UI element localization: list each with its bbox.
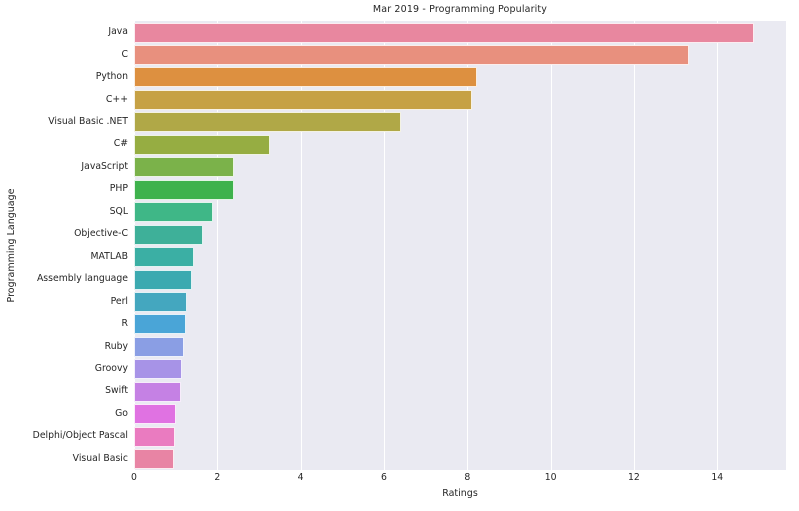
x-tick-label: 10 <box>544 472 557 483</box>
y-tick-label: Groovy <box>94 362 128 374</box>
gridline <box>217 21 219 470</box>
bar-visual-basic[interactable] <box>134 449 174 470</box>
gridline <box>633 21 635 470</box>
bar-r[interactable] <box>134 314 186 335</box>
y-tick-label: Ruby <box>104 340 128 352</box>
bar-visual-basic-net[interactable] <box>134 112 402 133</box>
y-tick-label: Perl <box>110 295 128 307</box>
plot-area <box>134 21 786 470</box>
gridline <box>550 21 552 470</box>
bar-python[interactable] <box>134 67 478 88</box>
y-tick-label: Assembly language <box>36 273 128 285</box>
y-tick-label: Swift <box>105 385 128 397</box>
y-axis-title: Programming Language <box>6 188 17 303</box>
x-tick-label: 12 <box>628 472 640 483</box>
y-tick-label: Objective-C <box>74 228 128 240</box>
y-tick-label: Go <box>115 407 128 419</box>
bar-c[interactable] <box>134 89 473 110</box>
x-axis-tick-labels: 0 2 4 6 8 10 12 14 <box>131 472 786 488</box>
bar-php[interactable] <box>134 179 234 200</box>
x-tick-label: 8 <box>464 472 471 483</box>
chart-title: Mar 2019 - Programming Popularity <box>372 4 548 15</box>
y-tick-label: C# <box>113 138 128 150</box>
y-tick-label: Python <box>95 71 128 83</box>
bar-c[interactable] <box>134 45 689 66</box>
bar-go[interactable] <box>134 404 177 425</box>
bar-perl[interactable] <box>134 291 188 312</box>
bar-swift[interactable] <box>134 381 182 402</box>
x-tick-label: 14 <box>711 472 724 483</box>
y-tick-label: C <box>121 48 129 60</box>
bar-c[interactable] <box>134 134 271 155</box>
x-tick-label: 6 <box>381 472 387 483</box>
y-tick-label: Visual Basic .NET <box>48 116 128 128</box>
chart-figure: Mar 2019 - Programming Popularity Java C P… <box>0 0 799 511</box>
x-tick-label: 0 <box>131 472 137 483</box>
x-tick-label: 2 <box>214 472 221 483</box>
bar-javascript[interactable] <box>134 157 234 178</box>
y-tick-label: MATLAB <box>90 250 128 262</box>
gridline <box>467 21 469 470</box>
y-tick-label: JavaScript <box>81 160 128 172</box>
bar-sql[interactable] <box>134 202 214 223</box>
bar-groovy[interactable] <box>134 359 183 380</box>
bar-ruby[interactable] <box>134 336 184 357</box>
gridline <box>717 21 719 470</box>
bar-java[interactable] <box>134 22 754 43</box>
gridline <box>134 21 135 470</box>
y-tick-label: Java <box>108 26 128 38</box>
bar-assembly-language[interactable] <box>134 269 193 290</box>
bar-matlab[interactable] <box>134 247 194 268</box>
x-axis-title: Ratings <box>442 488 478 499</box>
y-tick-label: SQL <box>109 205 128 217</box>
bar-objective-c[interactable] <box>134 224 204 245</box>
bar-delphi-object-pascal[interactable] <box>134 426 176 447</box>
y-tick-label: C++ <box>105 93 128 105</box>
x-tick-label: 4 <box>297 472 304 483</box>
gridline <box>383 21 385 470</box>
y-tick-label: Visual Basic <box>72 452 128 464</box>
gridline <box>300 21 302 470</box>
y-tick-label: R <box>121 318 128 330</box>
y-tick-label: Delphi/Object Pascal <box>32 430 128 442</box>
y-tick-label: PHP <box>109 183 128 195</box>
